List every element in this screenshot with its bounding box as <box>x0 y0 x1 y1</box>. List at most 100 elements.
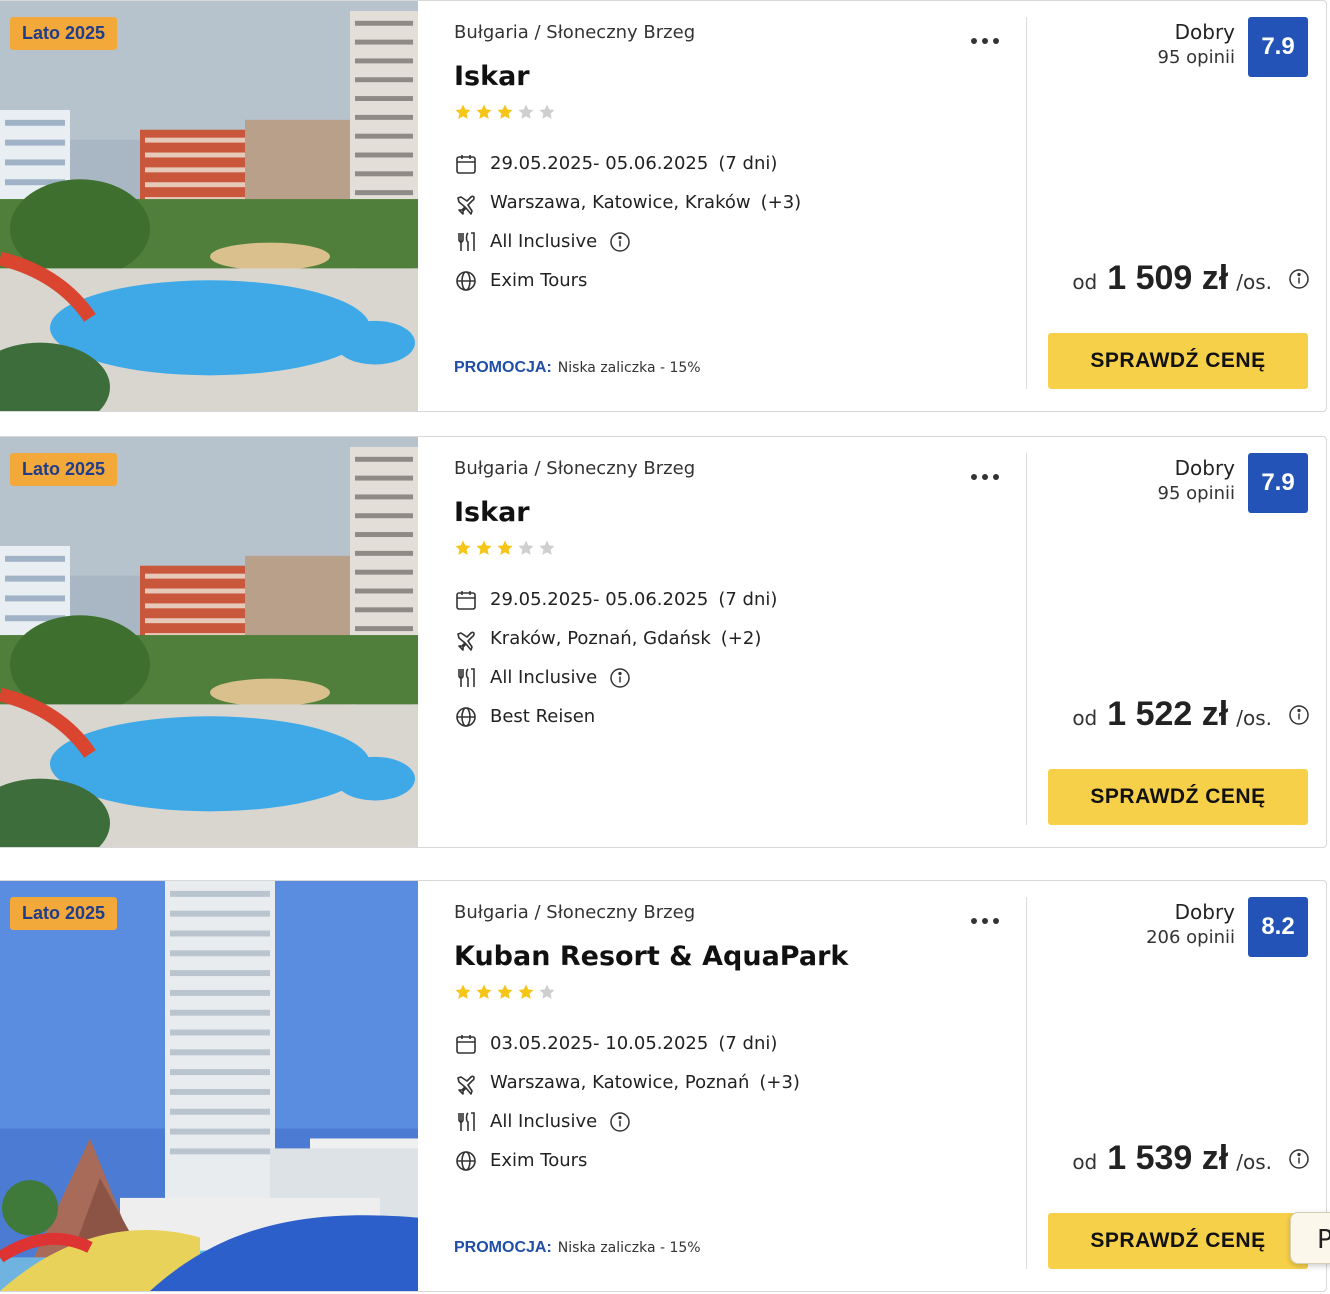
departure-airports: Warszawa, Katowice, Kraków (+3) <box>454 183 801 222</box>
tour-operator: Best Reisen <box>454 697 777 736</box>
offer-info: Bułgaria / Słoneczny Brzeg Iskar 29.05.202… <box>454 1 1014 411</box>
star-filled-icon <box>475 103 493 121</box>
price-info-icon[interactable] <box>1288 1148 1310 1170</box>
star-filled-icon <box>475 539 493 557</box>
departures-more[interactable]: (+3) <box>761 192 802 213</box>
star-filled-icon <box>496 103 514 121</box>
promo: PROMOCJA: Niska zaliczka - 15% <box>454 359 701 377</box>
departures-more[interactable]: (+2) <box>721 628 762 649</box>
calendar-icon <box>454 1032 478 1056</box>
duration-text: (7 dni) <box>718 1033 778 1054</box>
info-icon[interactable] <box>609 1111 631 1133</box>
reviews-count[interactable]: 95 opinii <box>1158 45 1235 71</box>
hotel-photo[interactable]: Lato 2025 <box>0 437 418 847</box>
divider <box>1026 453 1027 825</box>
rating-summary: Dobry 95 opinii <box>1158 455 1235 507</box>
offer-card[interactable]: Lato 2025 Bułgaria / Słoneczny Brzeg Iskar… <box>0 0 1327 412</box>
reviews-count[interactable]: 206 opinii <box>1146 925 1235 951</box>
hotel-stars <box>454 983 556 1001</box>
departures-text: Kraków, Poznań, Gdańsk <box>490 628 711 649</box>
calendar-icon <box>454 588 478 612</box>
departure-airports: Kraków, Poznań, Gdańsk (+2) <box>454 619 777 658</box>
calendar-icon <box>454 152 478 176</box>
star-filled-icon <box>454 539 472 557</box>
price-value: 1 522 zł <box>1107 695 1229 733</box>
price-unit: /os. <box>1236 706 1272 730</box>
rating-label: Dobry <box>1174 456 1235 480</box>
favorite-heart-icon[interactable] <box>356 449 396 487</box>
star-empty-icon <box>538 539 556 557</box>
star-filled-icon <box>517 983 535 1001</box>
check-price-button[interactable]: SPRAWDŹ CENĘ <box>1048 769 1308 825</box>
departures-more[interactable]: (+3) <box>759 1072 800 1093</box>
board-type: All Inclusive <box>454 658 777 697</box>
offer-card[interactable]: Lato 2025 Bułgaria / Słoneczny Brzeg Iskar… <box>0 436 1327 848</box>
star-empty-icon <box>538 103 556 121</box>
offer-price-panel: Dobry 206 opinii 8.2 od 1 539 zł/os. SPRAWDŹ … <box>1040 881 1310 1291</box>
trip-dates: 29.05.2025- 05.06.2025 (7 dni) <box>454 580 777 619</box>
offer-info: Bułgaria / Słoneczny Brzeg Iskar 29.05.202… <box>454 437 1014 847</box>
more-options-icon[interactable] <box>970 467 1000 480</box>
operator-text: Exim Tours <box>490 270 588 291</box>
promo-label: PROMOCJA: <box>454 359 552 376</box>
price-info-icon[interactable] <box>1288 268 1310 290</box>
price-info-icon[interactable] <box>1288 704 1310 726</box>
departure-airports: Warszawa, Katowice, Poznań (+3) <box>454 1063 800 1102</box>
star-filled-icon <box>475 983 493 1001</box>
departures-text: Warszawa, Katowice, Kraków <box>490 192 751 213</box>
promo-label: PROMOCJA: <box>454 1239 552 1256</box>
info-icon[interactable] <box>609 231 631 253</box>
trip-dates: 03.05.2025- 10.05.2025 (7 dni) <box>454 1024 800 1063</box>
price-from-label: od <box>1072 706 1098 730</box>
favorite-heart-icon[interactable] <box>356 893 396 931</box>
board-text: All Inclusive <box>490 667 598 688</box>
hotel-location[interactable]: Bułgaria / Słoneczny Brzeg <box>454 902 695 923</box>
promo: PROMOCJA: Niska zaliczka - 15% <box>454 1239 701 1257</box>
globe-icon <box>454 269 478 293</box>
rating-summary: Dobry 95 opinii <box>1158 19 1235 71</box>
floating-tab[interactable]: P <box>1290 1212 1330 1264</box>
price-value: 1 539 zł <box>1107 1139 1229 1177</box>
divider <box>1026 17 1027 389</box>
divider <box>1026 897 1027 1269</box>
price-unit: /os. <box>1236 270 1272 294</box>
more-options-icon[interactable] <box>970 911 1000 924</box>
offer-price-panel: Dobry 95 opinii 7.9 od 1 522 zł/os. SPRAWDŹ C… <box>1040 437 1310 847</box>
hotel-name[interactable]: Iskar <box>454 497 530 528</box>
food-icon <box>454 666 478 690</box>
season-badge: Lato 2025 <box>10 17 118 50</box>
offer-card[interactable]: Lato 2025 Bułgaria / Słoneczny Brzeg Kuban… <box>0 880 1327 1292</box>
tour-operator: Exim Tours <box>454 1141 800 1180</box>
board-type: All Inclusive <box>454 222 801 261</box>
operator-text: Best Reisen <box>490 706 596 727</box>
board-text: All Inclusive <box>490 231 598 252</box>
price-unit: /os. <box>1236 1150 1272 1174</box>
info-icon[interactable] <box>609 667 631 689</box>
check-price-button[interactable]: SPRAWDŹ CENĘ <box>1048 333 1308 389</box>
favorite-heart-icon[interactable] <box>356 13 396 51</box>
dates-text: 03.05.2025- 10.05.2025 <box>490 1033 709 1054</box>
hotel-name[interactable]: Iskar <box>454 61 530 92</box>
hotel-location[interactable]: Bułgaria / Słoneczny Brzeg <box>454 458 695 479</box>
rating-score-badge: 7.9 <box>1248 17 1308 77</box>
globe-icon <box>454 1149 478 1173</box>
check-price-button[interactable]: SPRAWDŹ CENĘ <box>1048 1213 1308 1269</box>
dates-text: 29.05.2025- 05.06.2025 <box>490 589 709 610</box>
promo-text: Niska zaliczka - 15% <box>557 1240 701 1256</box>
plane-icon <box>454 1071 478 1095</box>
star-filled-icon <box>454 983 472 1001</box>
more-options-icon[interactable] <box>970 31 1000 44</box>
offer-info: Bułgaria / Słoneczny Brzeg Kuban Resort &… <box>454 881 1014 1291</box>
star-filled-icon <box>454 103 472 121</box>
star-empty-icon <box>517 539 535 557</box>
rating-summary: Dobry 206 opinii <box>1146 899 1235 951</box>
price-from-label: od <box>1072 1150 1098 1174</box>
reviews-count[interactable]: 95 opinii <box>1158 481 1235 507</box>
price: od 1 539 zł/os. <box>1072 1139 1310 1178</box>
hotel-photo[interactable]: Lato 2025 <box>0 1 418 411</box>
hotel-photo[interactable]: Lato 2025 <box>0 881 418 1291</box>
plane-icon <box>454 191 478 215</box>
hotel-name[interactable]: Kuban Resort & AquaPark <box>454 941 848 972</box>
offer-price-panel: Dobry 95 opinii 7.9 od 1 509 zł/os. SPRAWDŹ C… <box>1040 1 1310 411</box>
hotel-location[interactable]: Bułgaria / Słoneczny Brzeg <box>454 22 695 43</box>
